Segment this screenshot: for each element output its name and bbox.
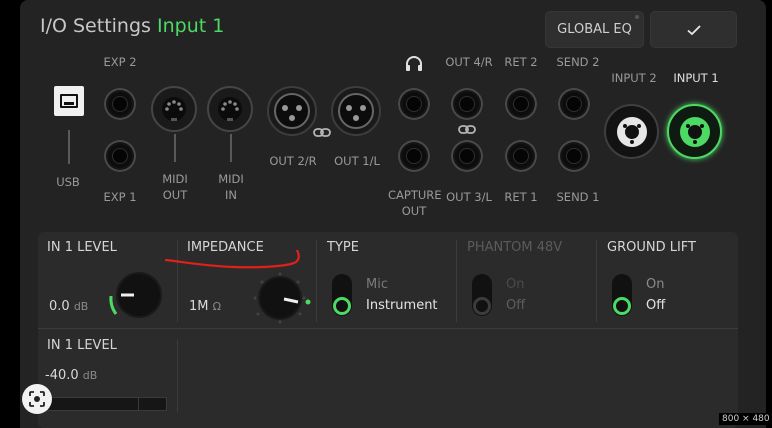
phantom-option-on[interactable]: On <box>506 277 524 292</box>
xlr-icon <box>338 93 374 129</box>
resolution-badge: 800 × 480 <box>719 413 772 425</box>
ret2-label: RET 2 <box>504 55 538 69</box>
impedance-value: 1M Ω <box>189 299 221 314</box>
combo-jack-icon <box>616 116 647 147</box>
phantom-switch[interactable] <box>472 274 492 316</box>
ground-lift-option-on[interactable]: On <box>646 277 664 292</box>
midi-in-label: MIDI IN <box>218 172 244 202</box>
title-accent: Input 1 <box>156 15 225 37</box>
capture-out-jack[interactable] <box>398 140 430 172</box>
ret1-label: RET 1 <box>504 190 538 204</box>
din-icon <box>162 97 186 121</box>
level-unit: dB <box>73 300 89 313</box>
link-icon[interactable] <box>313 127 331 139</box>
ground-lift-switch[interactable] <box>612 274 632 316</box>
out1l-label: OUT 1/L <box>334 154 380 168</box>
exp1-jack[interactable] <box>104 140 136 172</box>
midi-out-port[interactable] <box>151 86 197 132</box>
out4r-jack[interactable] <box>451 88 483 120</box>
out3l-jack[interactable] <box>451 140 483 172</box>
divider <box>38 328 738 329</box>
switch-knob <box>613 297 631 315</box>
send2-label: SEND 2 <box>556 55 600 69</box>
level-meter <box>45 397 167 411</box>
level-value: 0.0 dB <box>49 299 88 314</box>
meter-number: -40.0 <box>45 368 79 383</box>
out2r-xlr[interactable] <box>267 86 317 136</box>
out3l-label: OUT 3/L <box>446 190 492 204</box>
ret2-jack[interactable] <box>505 88 537 120</box>
screenshot-capture-button[interactable] <box>22 384 52 414</box>
type-switch[interactable] <box>332 274 352 316</box>
phantom-option-off[interactable]: Off <box>506 298 525 313</box>
send1-jack[interactable] <box>558 140 590 172</box>
check-icon <box>686 24 701 35</box>
send1-label: SEND 1 <box>556 190 600 204</box>
level-title: IN 1 LEVEL <box>47 240 117 255</box>
exp2-jack[interactable] <box>104 88 136 120</box>
headphone-jack[interactable] <box>398 88 430 120</box>
lens-icon <box>29 391 45 407</box>
midi-out-line <box>174 134 176 162</box>
exp2-label: EXP 2 <box>103 55 137 69</box>
combo-jack-icon <box>679 116 710 147</box>
divider <box>316 240 317 322</box>
input2-combo-jack[interactable] <box>604 104 659 159</box>
impedance-number: 1M <box>189 299 209 314</box>
type-title: TYPE <box>327 240 359 255</box>
switch-knob <box>333 297 351 315</box>
divider <box>177 340 178 412</box>
confirm-button[interactable] <box>650 11 737 48</box>
switch-knob <box>473 297 491 315</box>
input1-combo-jack[interactable] <box>667 104 722 159</box>
type-option-mic[interactable]: Mic <box>366 277 388 292</box>
ground-lift-title: GROUND LIFT <box>607 240 696 255</box>
global-eq-label: GLOBAL EQ <box>557 22 632 37</box>
midi-in-line <box>230 134 232 162</box>
din-icon <box>218 97 242 121</box>
input2-label: INPUT 2 <box>611 71 657 85</box>
divider <box>456 240 457 322</box>
divider <box>596 240 597 322</box>
red-annotation-mark <box>164 250 300 269</box>
phantom-title: PHANTOM 48V <box>467 240 563 255</box>
meter-unit: dB <box>82 369 98 382</box>
ret1-jack[interactable] <box>505 140 537 172</box>
meter-value: -40.0 dB <box>45 368 97 383</box>
type-option-instrument[interactable]: Instrument <box>366 298 438 313</box>
send2-jack[interactable] <box>558 88 590 120</box>
usb-icon[interactable] <box>54 86 84 116</box>
title-text: I/O Settings <box>40 15 151 37</box>
exp1-label: EXP 1 <box>103 190 137 204</box>
capture-out-label: CAPTURE OUT <box>388 188 442 218</box>
usb-line <box>68 130 70 164</box>
impedance-knob[interactable] <box>250 270 316 326</box>
link-icon[interactable] <box>458 124 476 136</box>
out1l-xlr[interactable] <box>331 86 381 136</box>
status-dot <box>635 15 639 19</box>
impedance-unit: Ω <box>212 300 222 313</box>
level-number: 0.0 <box>49 299 70 314</box>
xlr-icon <box>274 93 310 129</box>
usb-label: USB <box>56 175 80 189</box>
meter-title: IN 1 LEVEL <box>47 338 117 353</box>
page-title: I/O Settings Input 1 <box>40 15 224 37</box>
level-knob[interactable] <box>106 266 166 326</box>
ground-lift-option-off[interactable]: Off <box>646 298 665 313</box>
global-eq-button[interactable]: GLOBAL EQ <box>545 11 644 48</box>
midi-in-port[interactable] <box>207 86 253 132</box>
input1-label: INPUT 1 <box>673 71 719 85</box>
headphone-icon <box>406 56 422 71</box>
out2r-label: OUT 2/R <box>269 154 317 168</box>
midi-out-label: MIDI OUT <box>162 172 188 202</box>
out4r-label: OUT 4/R <box>445 55 493 69</box>
meter-split <box>138 398 139 410</box>
